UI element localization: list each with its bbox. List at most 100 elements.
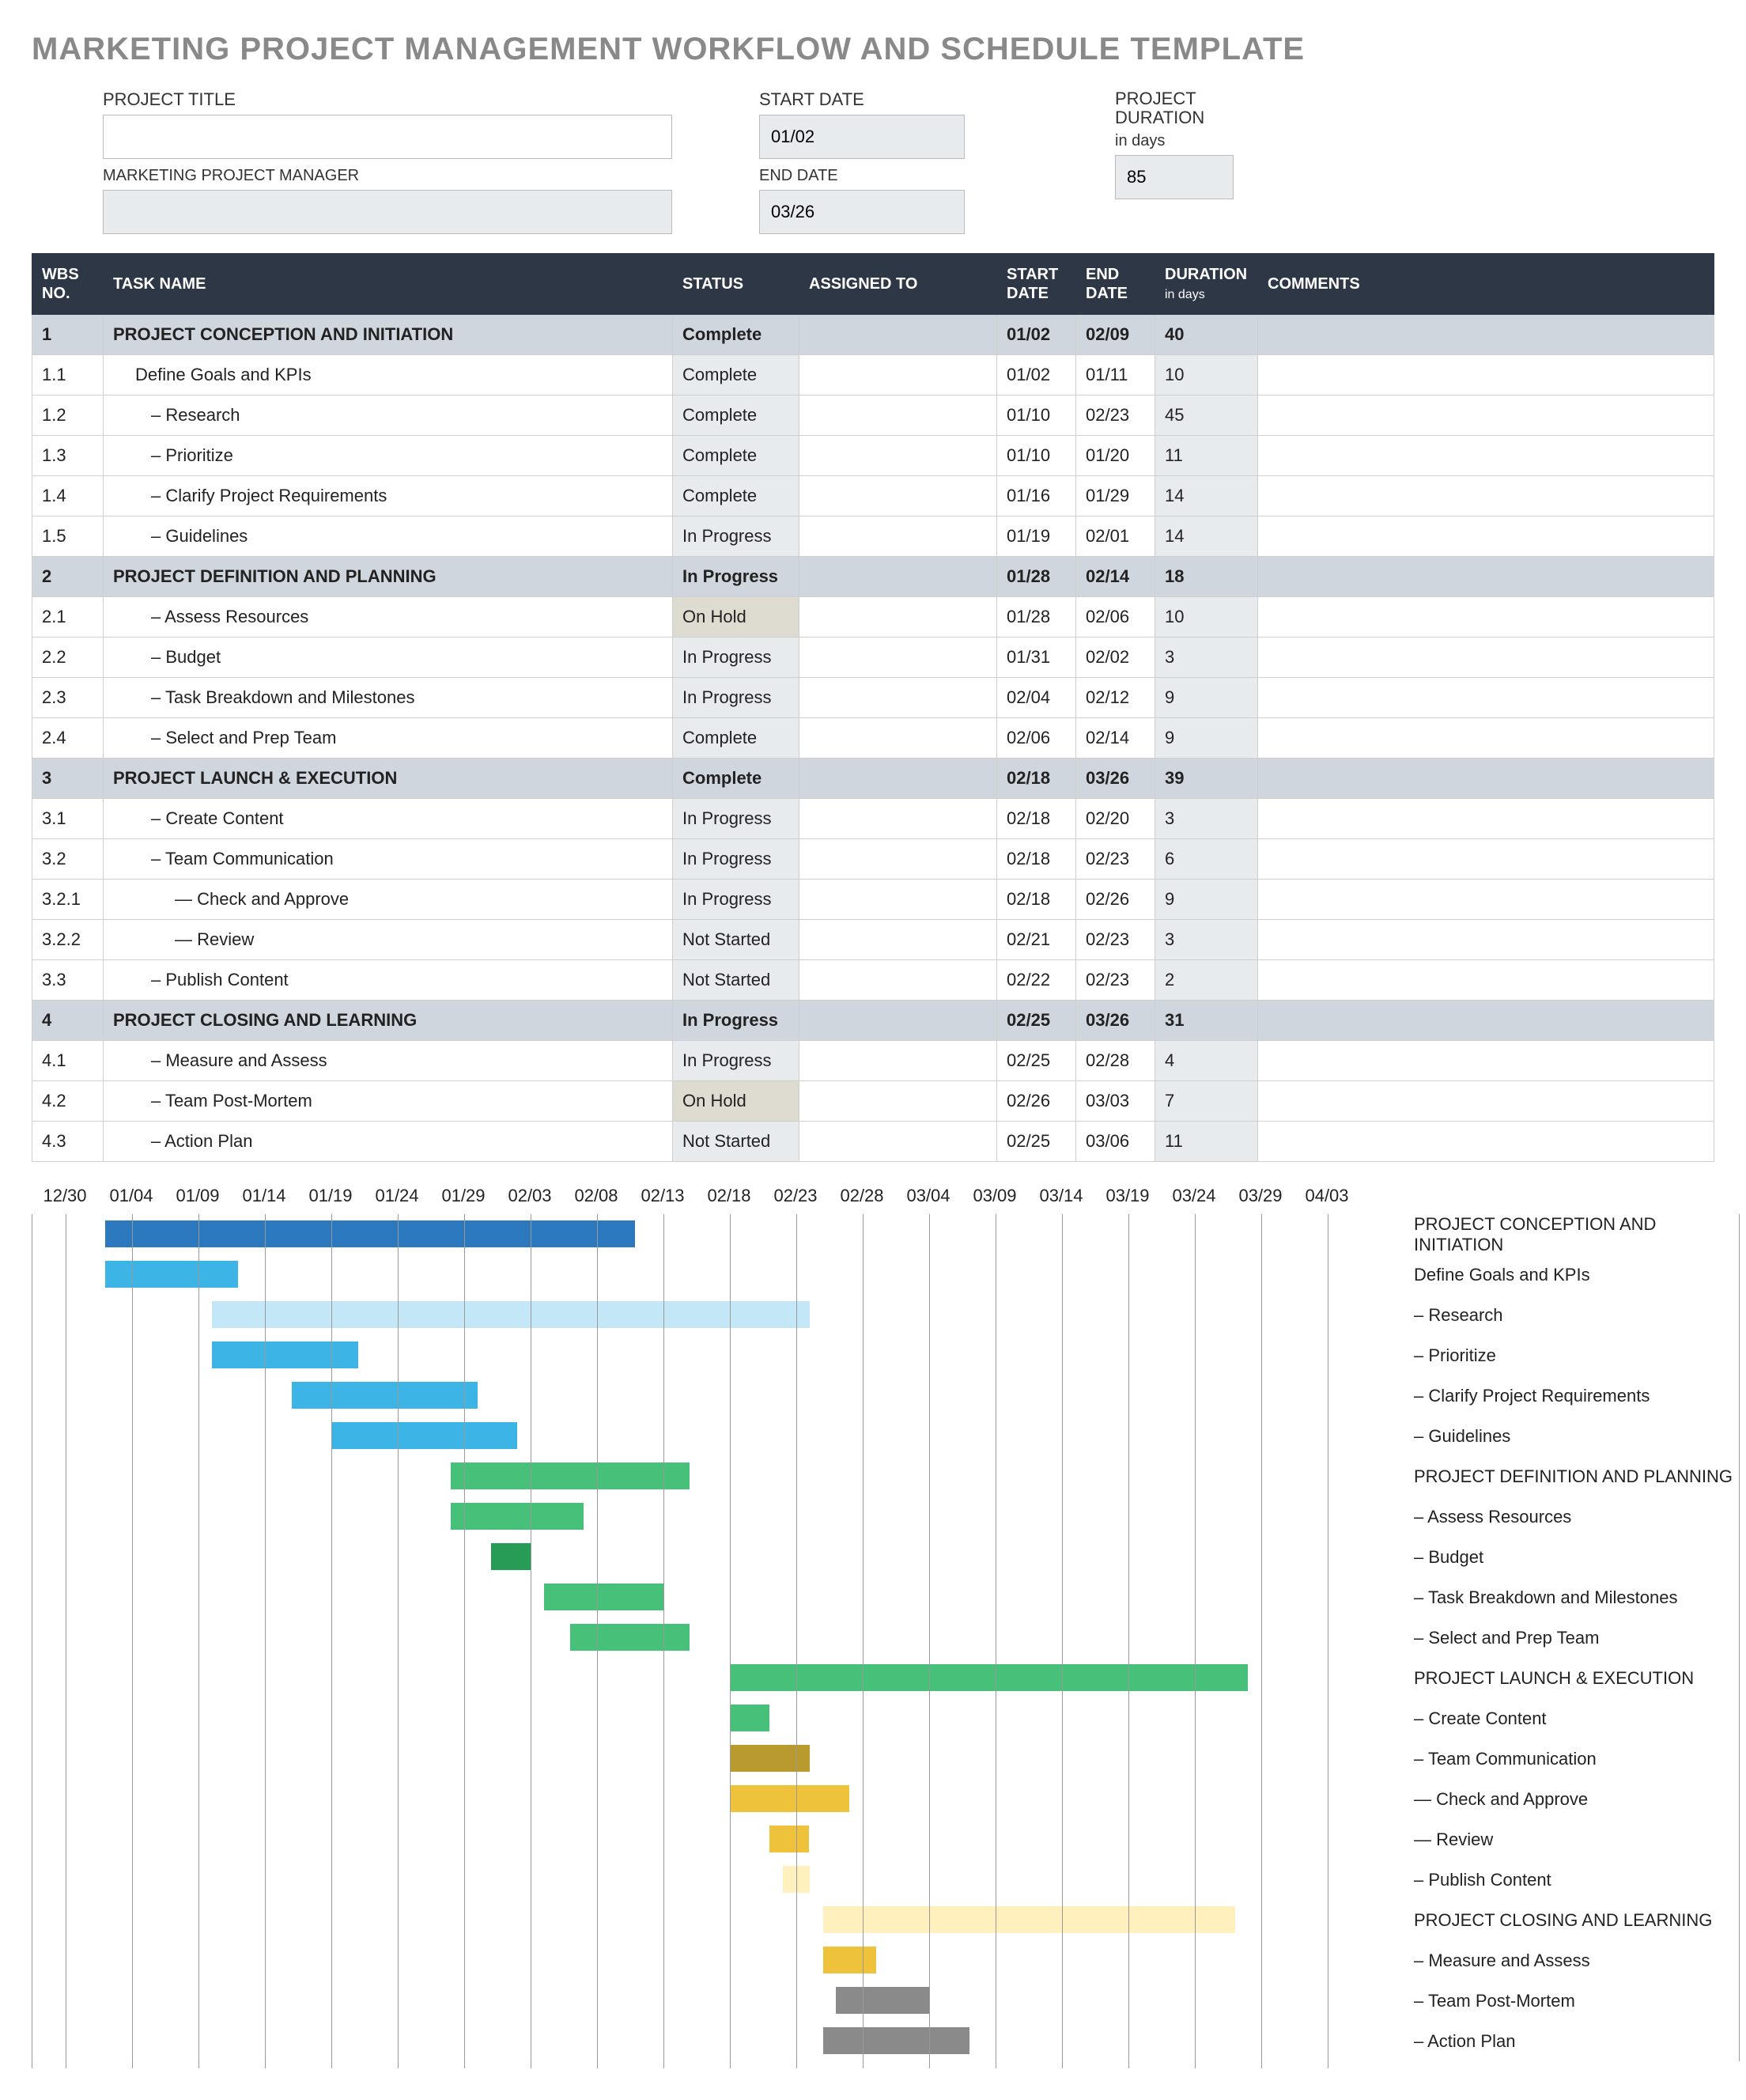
cell-assigned[interactable] bbox=[799, 1122, 997, 1162]
cell-assigned[interactable] bbox=[799, 1001, 997, 1041]
table-row[interactable]: 4.2– Team Post-MortemOn Hold02/2603/037 bbox=[32, 1081, 1714, 1122]
cell-comments[interactable] bbox=[1258, 1001, 1714, 1041]
project-manager-input[interactable] bbox=[103, 190, 672, 234]
cell-assigned[interactable] bbox=[799, 799, 997, 839]
cell-assigned[interactable] bbox=[799, 355, 997, 395]
cell-status[interactable]: Complete bbox=[673, 436, 799, 476]
table-row[interactable]: 1.2– ResearchComplete01/1002/2345 bbox=[32, 395, 1714, 436]
gantt-bar[interactable] bbox=[331, 1422, 517, 1449]
cell-comments[interactable] bbox=[1258, 516, 1714, 557]
cell-comments[interactable] bbox=[1258, 880, 1714, 920]
gantt-bar[interactable] bbox=[292, 1382, 478, 1409]
table-row[interactable]: 2.2– BudgetIn Progress01/3102/023 bbox=[32, 638, 1714, 678]
table-row[interactable]: 3PROJECT LAUNCH & EXECUTIONComplete02/18… bbox=[32, 759, 1714, 799]
cell-status[interactable]: In Progress bbox=[673, 638, 799, 678]
cell-comments[interactable] bbox=[1258, 395, 1714, 436]
cell-assigned[interactable] bbox=[799, 476, 997, 516]
cell-status[interactable]: In Progress bbox=[673, 880, 799, 920]
table-row[interactable]: 3.1– Create ContentIn Progress02/1802/20… bbox=[32, 799, 1714, 839]
cell-status[interactable]: In Progress bbox=[673, 839, 799, 880]
cell-status[interactable]: On Hold bbox=[673, 1081, 799, 1122]
table-row[interactable]: 1.5– GuidelinesIn Progress01/1902/0114 bbox=[32, 516, 1714, 557]
gantt-bar[interactable] bbox=[105, 1261, 238, 1288]
gantt-bar[interactable] bbox=[212, 1301, 810, 1328]
cell-comments[interactable] bbox=[1258, 839, 1714, 880]
gantt-bar[interactable] bbox=[730, 1785, 849, 1812]
cell-assigned[interactable] bbox=[799, 1041, 997, 1081]
cell-assigned[interactable] bbox=[799, 516, 997, 557]
cell-comments[interactable] bbox=[1258, 678, 1714, 718]
cell-comments[interactable] bbox=[1258, 759, 1714, 799]
table-row[interactable]: 4.1– Measure and AssessIn Progress02/250… bbox=[32, 1041, 1714, 1081]
cell-assigned[interactable] bbox=[799, 315, 997, 355]
gantt-bar[interactable] bbox=[769, 1826, 809, 1852]
cell-assigned[interactable] bbox=[799, 718, 997, 759]
gantt-bar[interactable] bbox=[730, 1705, 769, 1731]
cell-status[interactable]: In Progress bbox=[673, 516, 799, 557]
gantt-bar[interactable] bbox=[730, 1745, 810, 1772]
cell-assigned[interactable] bbox=[799, 880, 997, 920]
table-row[interactable]: 2.4– Select and Prep TeamComplete02/0602… bbox=[32, 718, 1714, 759]
gantt-bar[interactable] bbox=[544, 1584, 663, 1610]
cell-assigned[interactable] bbox=[799, 436, 997, 476]
gantt-bar[interactable] bbox=[570, 1624, 690, 1651]
table-row[interactable]: 2.3– Task Breakdown and MilestonesIn Pro… bbox=[32, 678, 1714, 718]
gantt-bar[interactable] bbox=[730, 1664, 1248, 1691]
cell-comments[interactable] bbox=[1258, 799, 1714, 839]
gantt-bar[interactable] bbox=[823, 2027, 969, 2054]
table-row[interactable]: 1.3– PrioritizeComplete01/1001/2011 bbox=[32, 436, 1714, 476]
cell-assigned[interactable] bbox=[799, 1081, 997, 1122]
table-row[interactable]: 1.4– Clarify Project RequirementsComplet… bbox=[32, 476, 1714, 516]
table-row[interactable]: 3.3– Publish ContentNot Started02/2202/2… bbox=[32, 960, 1714, 1001]
cell-comments[interactable] bbox=[1258, 1122, 1714, 1162]
table-row[interactable]: 4.3– Action PlanNot Started02/2503/0611 bbox=[32, 1122, 1714, 1162]
cell-comments[interactable] bbox=[1258, 920, 1714, 960]
cell-status[interactable]: In Progress bbox=[673, 1001, 799, 1041]
cell-assigned[interactable] bbox=[799, 395, 997, 436]
gantt-bar[interactable] bbox=[105, 1220, 635, 1247]
cell-status[interactable]: In Progress bbox=[673, 799, 799, 839]
project-title-input[interactable] bbox=[103, 115, 672, 159]
table-row[interactable]: 1.1Define Goals and KPIsComplete01/0201/… bbox=[32, 355, 1714, 395]
gantt-bar[interactable] bbox=[823, 1947, 876, 1973]
table-row[interactable]: 3.2– Team CommunicationIn Progress02/180… bbox=[32, 839, 1714, 880]
table-row[interactable]: 1PROJECT CONCEPTION AND INITIATIONComple… bbox=[32, 315, 1714, 355]
table-row[interactable]: 3.2.2— ReviewNot Started02/2102/233 bbox=[32, 920, 1714, 960]
table-row[interactable]: 3.2.1— Check and ApproveIn Progress02/18… bbox=[32, 880, 1714, 920]
cell-comments[interactable] bbox=[1258, 718, 1714, 759]
cell-status[interactable]: In Progress bbox=[673, 678, 799, 718]
gantt-bar[interactable] bbox=[212, 1341, 358, 1368]
cell-status[interactable]: Complete bbox=[673, 759, 799, 799]
cell-status[interactable]: Complete bbox=[673, 355, 799, 395]
gantt-bar[interactable] bbox=[823, 1906, 1235, 1933]
cell-assigned[interactable] bbox=[799, 960, 997, 1001]
table-row[interactable]: 4PROJECT CLOSING AND LEARNINGIn Progress… bbox=[32, 1001, 1714, 1041]
cell-assigned[interactable] bbox=[799, 557, 997, 597]
cell-comments[interactable] bbox=[1258, 960, 1714, 1001]
cell-status[interactable]: In Progress bbox=[673, 557, 799, 597]
cell-assigned[interactable] bbox=[799, 839, 997, 880]
cell-status[interactable]: In Progress bbox=[673, 1041, 799, 1081]
table-row[interactable]: 2.1– Assess ResourcesOn Hold01/2802/0610 bbox=[32, 597, 1714, 638]
cell-status[interactable]: Not Started bbox=[673, 1122, 799, 1162]
gantt-bar[interactable] bbox=[451, 1462, 690, 1489]
cell-status[interactable]: Not Started bbox=[673, 920, 799, 960]
cell-comments[interactable] bbox=[1258, 436, 1714, 476]
cell-status[interactable]: On Hold bbox=[673, 597, 799, 638]
cell-status[interactable]: Complete bbox=[673, 718, 799, 759]
cell-comments[interactable] bbox=[1258, 1081, 1714, 1122]
cell-comments[interactable] bbox=[1258, 1041, 1714, 1081]
gantt-bar[interactable] bbox=[836, 1987, 929, 2014]
cell-comments[interactable] bbox=[1258, 315, 1714, 355]
cell-comments[interactable] bbox=[1258, 638, 1714, 678]
cell-status[interactable]: Complete bbox=[673, 395, 799, 436]
cell-status[interactable]: Complete bbox=[673, 315, 799, 355]
gantt-bar[interactable] bbox=[491, 1543, 531, 1570]
cell-comments[interactable] bbox=[1258, 597, 1714, 638]
cell-assigned[interactable] bbox=[799, 638, 997, 678]
cell-assigned[interactable] bbox=[799, 597, 997, 638]
cell-comments[interactable] bbox=[1258, 476, 1714, 516]
cell-comments[interactable] bbox=[1258, 355, 1714, 395]
cell-comments[interactable] bbox=[1258, 557, 1714, 597]
cell-status[interactable]: Complete bbox=[673, 476, 799, 516]
